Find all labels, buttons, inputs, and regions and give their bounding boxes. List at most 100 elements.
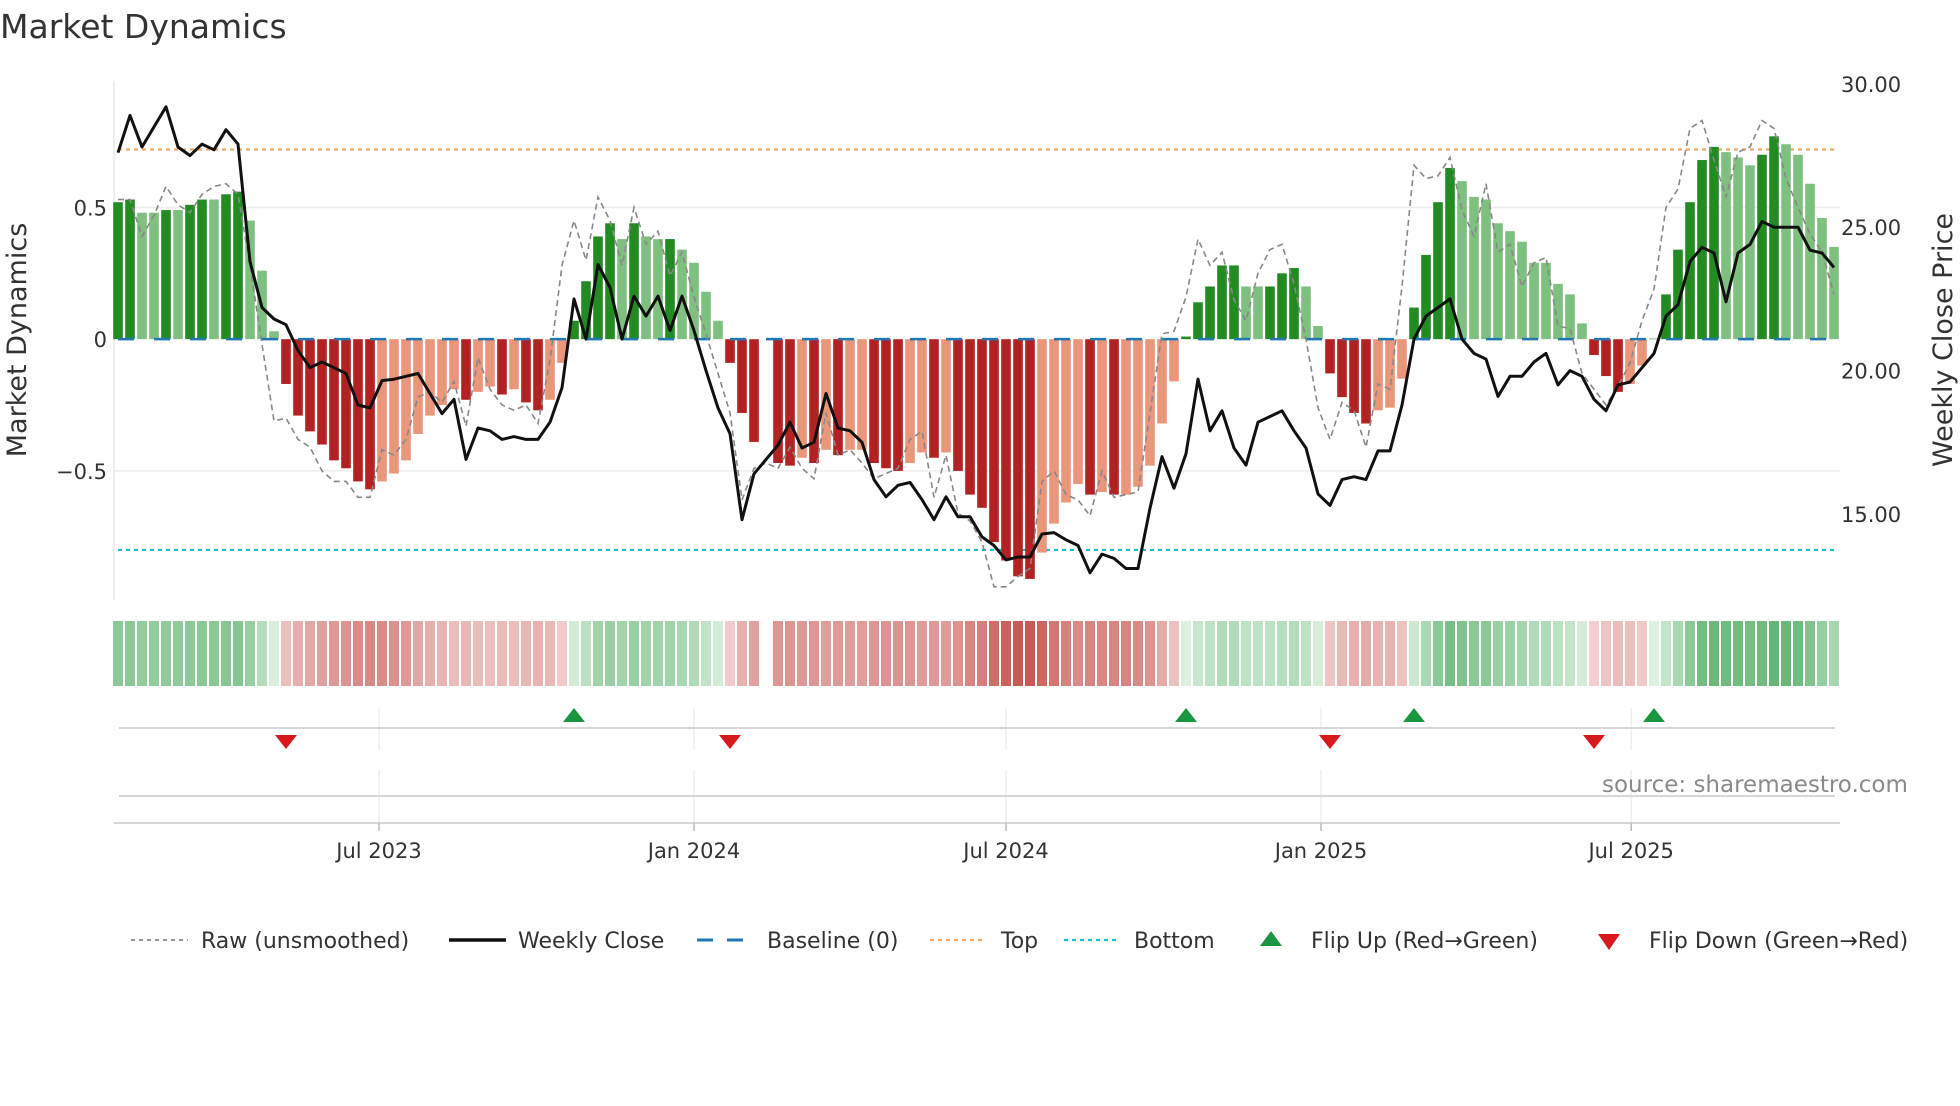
legend-flip-down-label: Flip Down (Green→Red) bbox=[1649, 929, 1908, 954]
heat-cell bbox=[1085, 621, 1095, 686]
x-tick-label: Jan 2024 bbox=[646, 839, 741, 863]
heat-cell bbox=[1469, 621, 1479, 686]
dynamics-bar bbox=[1085, 339, 1095, 495]
heat-cell bbox=[1073, 621, 1083, 686]
dynamics-bar bbox=[353, 339, 363, 482]
dynamics-bar bbox=[425, 339, 435, 416]
heat-cell bbox=[893, 621, 903, 686]
heat-cell bbox=[461, 621, 471, 686]
heat-cell bbox=[209, 621, 219, 686]
heat-cell bbox=[329, 621, 339, 686]
heat-cell bbox=[1697, 621, 1707, 686]
flip-down-marker bbox=[1319, 735, 1341, 749]
heat-cell bbox=[1265, 621, 1275, 686]
heat-cell bbox=[1169, 621, 1179, 686]
heat-cell bbox=[1025, 621, 1035, 686]
dynamics-bar bbox=[1277, 273, 1287, 340]
dynamics-bar bbox=[893, 339, 903, 471]
heat-cell bbox=[1061, 621, 1071, 686]
heat-cell bbox=[677, 621, 687, 686]
heat-cell bbox=[773, 621, 783, 686]
dynamics-bar bbox=[1133, 339, 1143, 487]
dynamics-bar bbox=[1013, 339, 1023, 577]
heat-cell bbox=[353, 621, 363, 686]
dynamics-bar bbox=[497, 339, 507, 395]
dynamics-bar bbox=[1385, 339, 1395, 408]
legend-close-label: Weekly Close bbox=[518, 929, 664, 954]
dynamics-bar bbox=[905, 339, 915, 464]
flip-up-marker bbox=[563, 708, 585, 722]
heat-cell bbox=[1565, 621, 1575, 686]
dynamics-bar bbox=[1181, 336, 1191, 340]
dynamics-bar bbox=[1373, 339, 1383, 411]
heat-cell bbox=[941, 621, 951, 686]
dynamics-bar bbox=[1265, 286, 1275, 340]
heat-cell bbox=[1805, 621, 1815, 686]
legend-bottom-label: Bottom bbox=[1134, 929, 1215, 954]
heat-cell bbox=[1409, 621, 1419, 686]
flip-down-marker bbox=[1583, 735, 1605, 749]
heat-cell bbox=[125, 621, 135, 686]
regime-heat-strip bbox=[113, 621, 1839, 686]
heat-cell bbox=[1289, 621, 1299, 686]
dynamics-bar bbox=[857, 339, 867, 450]
heat-cell bbox=[293, 621, 303, 686]
heat-cell bbox=[305, 621, 315, 686]
dynamics-bar bbox=[137, 212, 147, 340]
heat-cell bbox=[989, 621, 999, 686]
dynamics-bar bbox=[341, 339, 351, 469]
dynamics-bar bbox=[413, 339, 423, 435]
heat-cell bbox=[641, 621, 651, 686]
dynamics-bar bbox=[1193, 302, 1203, 340]
heat-cell bbox=[317, 621, 327, 686]
heat-cell bbox=[1229, 621, 1239, 686]
dynamics-bar bbox=[329, 339, 339, 461]
dynamics-bar bbox=[941, 339, 951, 453]
heat-cell bbox=[1121, 621, 1131, 686]
dynamics-bar bbox=[953, 339, 963, 471]
heat-cell bbox=[1733, 621, 1743, 686]
heat-cell bbox=[929, 621, 939, 686]
dynamics-bar bbox=[725, 339, 735, 363]
dynamics-bar bbox=[1589, 339, 1599, 355]
heat-cell bbox=[1325, 621, 1335, 686]
heat-cell bbox=[401, 621, 411, 686]
left-axis-title: Market Dynamics bbox=[2, 223, 33, 458]
dynamics-bar bbox=[1493, 223, 1503, 340]
heat-cell bbox=[1505, 621, 1515, 686]
right-y-tick-label: 20.00 bbox=[1841, 360, 1901, 384]
heat-cell bbox=[1781, 621, 1791, 686]
heat-cell bbox=[1349, 621, 1359, 686]
heat-cell bbox=[533, 621, 543, 686]
dynamics-bar bbox=[1529, 262, 1539, 340]
dynamics-bar bbox=[1037, 339, 1047, 553]
heat-cell bbox=[965, 621, 975, 686]
flip-panel-gridlines bbox=[378, 708, 1632, 823]
dynamics-bar bbox=[197, 199, 207, 340]
heat-cell bbox=[749, 621, 759, 686]
dynamics-bar bbox=[305, 339, 315, 432]
left-y-tick-label: 0 bbox=[94, 328, 107, 352]
main-panel: 0.5 0 −0.5 30.00 25.00 20.00 15.00 Market Dyn… bbox=[2, 73, 1959, 600]
flip-down-marker bbox=[719, 735, 741, 749]
heat-cell bbox=[1517, 621, 1527, 686]
x-tick-label: Jul 2025 bbox=[1586, 839, 1673, 863]
heat-cell bbox=[905, 621, 915, 686]
heat-cell bbox=[1577, 621, 1587, 686]
dynamics-bar bbox=[1217, 265, 1227, 340]
heat-cell bbox=[1685, 621, 1695, 686]
legend-baseline-label: Baseline (0) bbox=[767, 929, 898, 954]
heat-cell bbox=[557, 621, 567, 686]
heat-cell bbox=[1361, 621, 1371, 686]
dynamics-bar bbox=[1229, 265, 1239, 340]
legend-top-label: Top bbox=[1000, 929, 1038, 954]
heat-cell bbox=[1133, 621, 1143, 686]
heat-cell bbox=[1301, 621, 1311, 686]
raw-unsmoothed-line bbox=[118, 119, 1835, 588]
dynamics-bar bbox=[1565, 294, 1575, 340]
dynamics-bar bbox=[1361, 339, 1371, 424]
dynamics-bar bbox=[1505, 231, 1515, 340]
heat-cell bbox=[617, 621, 627, 686]
dynamics-bar bbox=[965, 339, 975, 495]
heat-cell bbox=[257, 621, 267, 686]
